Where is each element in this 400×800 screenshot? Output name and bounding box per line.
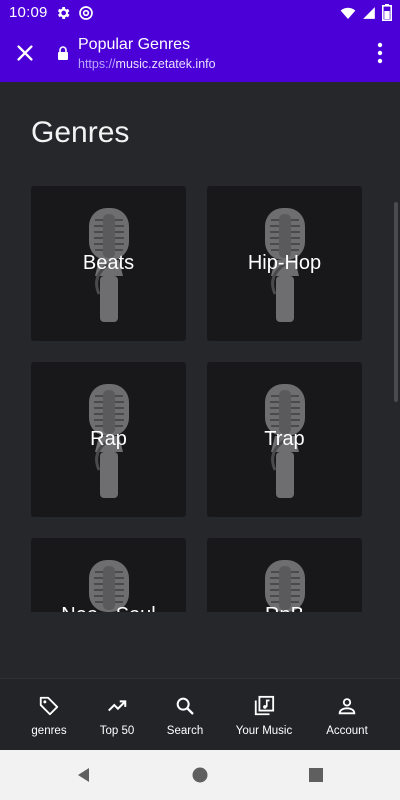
search-icon xyxy=(176,697,194,715)
main-content[interactable]: Genres Beats Hip-Hop Rap Trap Neo - Soul… xyxy=(0,82,400,678)
lock-icon xyxy=(58,46,68,60)
signal-icon xyxy=(363,6,375,19)
nav-label: Your Music xyxy=(235,725,293,737)
page-title: Popular Genres xyxy=(78,36,191,53)
nav-search[interactable]: Search xyxy=(150,689,220,745)
close-icon[interactable] xyxy=(14,42,36,64)
genre-label: Neo - Soul xyxy=(31,604,186,612)
trending-up-icon xyxy=(108,700,127,712)
back-icon[interactable] xyxy=(75,766,93,784)
genre-card-rap[interactable]: Rap xyxy=(31,362,186,517)
url-scheme: https:// xyxy=(78,57,116,71)
status-time: 10:09 xyxy=(9,4,48,21)
bottom-nav: genres Top 50 Search Your Music Account xyxy=(0,678,400,750)
genre-card-trap[interactable]: Trap xyxy=(207,362,362,517)
genre-card-beats[interactable]: Beats xyxy=(31,186,186,341)
nav-label: Top 50 xyxy=(99,725,135,737)
genre-label: RnB xyxy=(207,604,362,612)
url-host: music.zetatek.info xyxy=(115,57,216,71)
status-bar: 10:09 xyxy=(0,0,400,26)
at-icon xyxy=(79,6,93,20)
overflow-menu-icon[interactable] xyxy=(376,42,384,64)
genre-card-rnb[interactable]: RnB xyxy=(207,538,362,612)
nav-account[interactable]: Account xyxy=(312,689,382,745)
genre-label: Trap xyxy=(264,428,305,450)
nav-label: Search xyxy=(166,725,204,737)
recents-icon[interactable] xyxy=(307,766,325,784)
tag-icon xyxy=(39,696,59,716)
genre-label: Rap xyxy=(90,428,127,450)
status-right-group xyxy=(340,4,392,21)
settings-icon xyxy=(57,7,70,19)
home-icon[interactable] xyxy=(191,766,209,784)
wifi-icon xyxy=(340,7,356,19)
battery-icon xyxy=(382,4,392,21)
nav-genres[interactable]: genres xyxy=(14,689,84,745)
genres-heading: Genres xyxy=(31,116,130,149)
nav-label: genres xyxy=(31,725,67,737)
nav-your-music[interactable]: Your Music xyxy=(229,689,299,745)
genre-label: Beats xyxy=(82,252,135,274)
nav-top-50[interactable]: Top 50 xyxy=(82,689,152,745)
browser-toolbar: Popular Genres https://music.zetatek.inf… xyxy=(0,26,400,82)
url-display[interactable]: https://music.zetatek.info xyxy=(78,57,216,71)
genre-card-neo-soul[interactable]: Neo - Soul xyxy=(31,538,186,612)
nav-label: Account xyxy=(326,725,368,737)
genre-card-hip-hop[interactable]: Hip-Hop xyxy=(207,186,362,341)
genre-label: Hip-Hop xyxy=(247,252,322,274)
person-icon xyxy=(338,698,356,715)
scrollbar[interactable] xyxy=(394,202,398,402)
system-nav-bar xyxy=(0,750,400,800)
genre-grid: Beats Hip-Hop Rap Trap Neo - Soul RnB xyxy=(31,186,362,612)
library-music-icon xyxy=(254,695,275,716)
